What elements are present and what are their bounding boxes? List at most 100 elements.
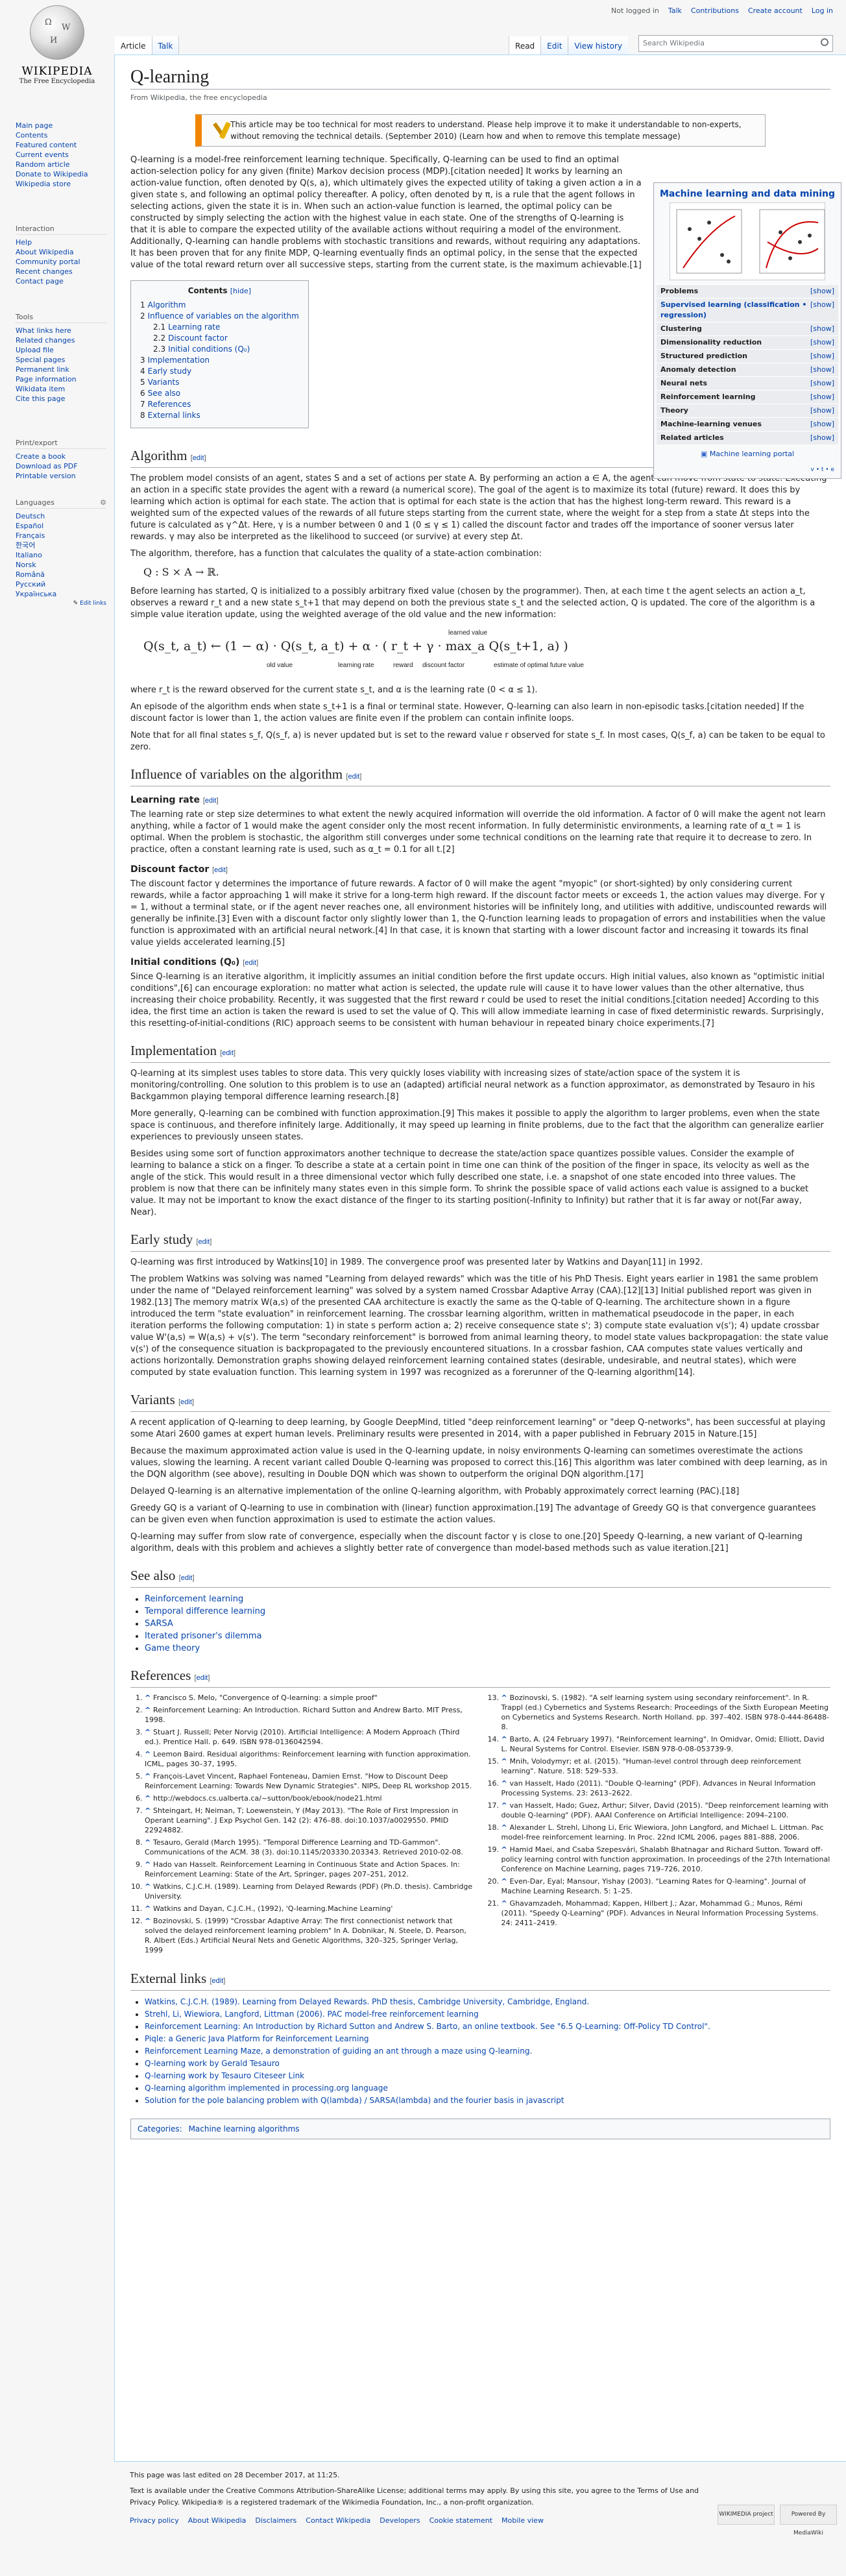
footer-link-mobile-view[interactable]: Mobile view bbox=[502, 2516, 544, 2525]
edit-section-link[interactable]: edit bbox=[212, 1977, 224, 1985]
external-link-item[interactable]: Strehl, Li, Wiewiora, Langford, Littman … bbox=[145, 2008, 830, 2021]
tab-article[interactable]: Article bbox=[115, 36, 152, 55]
tab-edit[interactable]: Edit bbox=[540, 36, 568, 55]
categories-label[interactable]: Categories: bbox=[138, 2124, 182, 2133]
nav-main-link-contents[interactable]: Contents bbox=[16, 131, 47, 140]
toc-link-see-also[interactable]: See also bbox=[148, 389, 180, 398]
footer-link-developers[interactable]: Developers bbox=[380, 2516, 420, 2525]
infobox-row-theory[interactable]: Theory [show] bbox=[657, 404, 838, 417]
edit-section-link[interactable]: edit bbox=[222, 1049, 234, 1057]
edit-section-link[interactable]: edit bbox=[214, 866, 226, 874]
nav-main-link-current-events[interactable]: Current events bbox=[16, 151, 69, 159]
infobox-vte[interactable]: v • t • e bbox=[657, 464, 838, 476]
infobox-row-dimensionality-reduction[interactable]: Dimensionality reduction [show] bbox=[657, 335, 838, 349]
nav-main-link-random-article[interactable]: Random article bbox=[16, 160, 70, 169]
toc-item[interactable]: 2.2 Discount factor bbox=[140, 333, 299, 344]
reference-backlink[interactable]: ^ bbox=[145, 1694, 153, 1702]
toc-link-influence-of-variables-on-the-algorithm[interactable]: Influence of variables on the algorithm bbox=[148, 311, 299, 321]
edit-section-link[interactable]: edit bbox=[205, 797, 217, 805]
external-link-item[interactable]: Solution for the pole balancing problem … bbox=[145, 2095, 830, 2107]
reference-backlink[interactable]: ^ bbox=[502, 1845, 510, 1854]
infobox-row-problems[interactable]: Problems [show] bbox=[657, 284, 838, 298]
toc-link-learning-rate[interactable]: Learning rate bbox=[168, 322, 220, 332]
reference-backlink[interactable]: ^ bbox=[145, 1706, 153, 1714]
nav-interaction-link-recent-changes[interactable]: Recent changes bbox=[16, 267, 73, 276]
external-link-item[interactable]: Reinforcement Learning Maze, a demonstra… bbox=[145, 2045, 830, 2058]
toc-item[interactable]: 2.1 Learning rate bbox=[140, 322, 299, 333]
infobox-show-toggle[interactable]: [show] bbox=[810, 419, 834, 430]
nav-tools-link-wikidata-item[interactable]: Wikidata item bbox=[16, 385, 65, 393]
external-link[interactable]: Reinforcement Learning Maze, a demonstra… bbox=[145, 2047, 532, 2056]
reference-backlink[interactable]: ^ bbox=[145, 1860, 153, 1869]
infobox-title[interactable]: Machine learning and data mining bbox=[657, 188, 838, 200]
reference-backlink[interactable]: ^ bbox=[145, 1917, 153, 1925]
nav-lang-link-rom-n[interactable]: Română bbox=[16, 570, 45, 579]
nav-main-link-main-page[interactable]: Main page bbox=[16, 121, 53, 130]
portal-link[interactable]: Machine learning portal bbox=[710, 450, 794, 458]
toc-link-algorithm[interactable]: Algorithm bbox=[148, 300, 186, 310]
infobox-row-machine-learning-venues[interactable]: Machine-learning venues [show] bbox=[657, 417, 838, 431]
footer-link-privacy-policy[interactable]: Privacy policy bbox=[130, 2516, 179, 2525]
toc-hide-toggle[interactable]: [hide] bbox=[230, 287, 251, 295]
see-also-link-temporal-difference-learning[interactable]: Temporal difference learning bbox=[145, 1607, 265, 1616]
reference-backlink[interactable]: ^ bbox=[145, 1750, 153, 1758]
footer-link-disclaimers[interactable]: Disclaimers bbox=[255, 2516, 296, 2525]
external-link[interactable]: Q-learning algorithm implemented in proc… bbox=[145, 2084, 388, 2093]
infobox-row-reinforcement-learning[interactable]: Reinforcement learning [show] bbox=[657, 390, 838, 404]
search-icon[interactable] bbox=[821, 38, 828, 46]
infobox-show-toggle[interactable]: [show] bbox=[810, 365, 834, 375]
toc-link-variants[interactable]: Variants bbox=[148, 378, 180, 387]
see-also-link-game-theory[interactable]: Game theory bbox=[145, 1644, 200, 1653]
external-link[interactable]: Solution for the pole balancing problem … bbox=[145, 2096, 564, 2105]
infobox-show-toggle[interactable]: [show] bbox=[810, 324, 834, 334]
reference-backlink[interactable]: ^ bbox=[145, 1806, 153, 1815]
toc-item[interactable]: 4 Early study bbox=[140, 366, 299, 377]
nav-main-link-featured-content[interactable]: Featured content bbox=[16, 141, 77, 149]
external-link[interactable]: Q-learning work by Gerald Tesauro bbox=[145, 2059, 280, 2068]
external-link[interactable]: Piqle: a Generic Java Platform for Reinf… bbox=[145, 2034, 369, 2043]
personal-link-contributions[interactable]: Contributions bbox=[691, 6, 739, 15]
toc-item[interactable]: 2.3 Initial conditions (Q₀) bbox=[140, 344, 299, 355]
external-link-item[interactable]: Q-learning work by Gerald Tesauro bbox=[145, 2058, 830, 2070]
external-link[interactable]: Reinforcement Learning: An Introduction … bbox=[145, 2022, 710, 2031]
gear-icon[interactable]: ⚙ bbox=[100, 498, 106, 507]
reference-backlink[interactable]: ^ bbox=[145, 1838, 153, 1847]
infobox-portal[interactable]: ▣ Machine learning portal bbox=[657, 444, 838, 464]
reference-backlink[interactable]: ^ bbox=[502, 1823, 510, 1832]
nav-tools-link-upload-file[interactable]: Upload file bbox=[16, 346, 54, 354]
nav-lang-link-norsk[interactable]: Norsk bbox=[16, 561, 36, 569]
toc-item[interactable]: 6 See also bbox=[140, 388, 299, 399]
personal-link-log-in[interactable]: Log in bbox=[812, 6, 833, 15]
infobox-row-neural-nets[interactable]: Neural nets [show] bbox=[657, 376, 838, 390]
edit-section-link[interactable]: edit bbox=[181, 1574, 193, 1582]
external-link[interactable]: Watkins, C.J.C.H. (1989). Learning from … bbox=[145, 1997, 589, 2006]
nav-interaction-link-help[interactable]: Help bbox=[16, 238, 32, 247]
nav-main-link-wikipedia-store[interactable]: Wikipedia store bbox=[16, 180, 71, 188]
edit-section-link[interactable]: edit bbox=[348, 773, 359, 781]
nav-interaction-link-community-portal[interactable]: Community portal bbox=[16, 258, 80, 266]
tab-talk[interactable]: Talk bbox=[152, 36, 180, 55]
search-input[interactable]: Search Wikipedia bbox=[638, 35, 833, 52]
nav-print-link-create-a-book[interactable]: Create a book bbox=[16, 452, 66, 461]
reference-backlink[interactable]: ^ bbox=[502, 1779, 510, 1788]
nav-tools-link-what-links-here[interactable]: What links here bbox=[16, 326, 71, 335]
external-link[interactable]: Strehl, Li, Wiewiora, Langford, Littman … bbox=[145, 2010, 479, 2019]
infobox-show-toggle[interactable]: [show] bbox=[810, 351, 834, 361]
nav-tools-link-special-pages[interactable]: Special pages bbox=[16, 356, 65, 364]
nav-interaction-link-contact-page[interactable]: Contact page bbox=[16, 277, 64, 286]
personal-link-talk[interactable]: Talk bbox=[668, 6, 682, 15]
toc-link-early-study[interactable]: Early study bbox=[148, 367, 191, 376]
reference-backlink[interactable]: ^ bbox=[145, 1794, 153, 1803]
toc-item[interactable]: 1 Algorithm bbox=[140, 300, 299, 311]
reference-backlink[interactable]: ^ bbox=[502, 1899, 510, 1908]
nav-lang-link-deutsch[interactable]: Deutsch bbox=[16, 512, 45, 520]
nav-tools-link-page-information[interactable]: Page information bbox=[16, 375, 77, 383]
reference-backlink[interactable]: ^ bbox=[145, 1728, 153, 1736]
toc-link-discount-factor[interactable]: Discount factor bbox=[168, 334, 228, 343]
edit-section-link[interactable]: edit bbox=[197, 1674, 208, 1682]
reference-backlink[interactable]: ^ bbox=[502, 1757, 510, 1766]
external-link-item[interactable]: Reinforcement Learning: An Introduction … bbox=[145, 2021, 830, 2033]
reference-backlink[interactable]: ^ bbox=[502, 1877, 510, 1886]
edit-section-link[interactable]: edit bbox=[180, 1398, 192, 1406]
see-also-link-reinforcement-learning[interactable]: Reinforcement learning bbox=[145, 1594, 243, 1604]
